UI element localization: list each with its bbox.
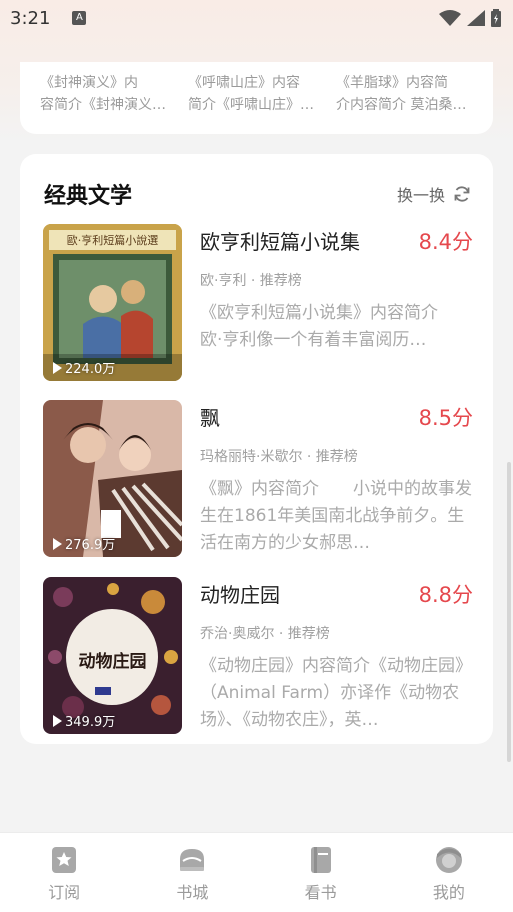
desc-line: 《呼啸山庄》内容 — [188, 75, 300, 91]
book-meta: 乔治·奥威尔 · 推荐榜 — [200, 626, 330, 642]
view-count-text: 349.9万 — [65, 715, 116, 730]
nav-item-read[interactable]: 看书 — [257, 833, 385, 912]
book-title[interactable]: 动物庄园 — [200, 579, 280, 608]
book-cover[interactable]: 动物庄园 349.9万 — [43, 577, 182, 734]
book-item[interactable]: 动物庄园 349.9万 动物庄园 8.8分 乔治·奥威尔 · 推荐榜 《动物庄园… — [43, 577, 473, 734]
status-time: 3:21 — [10, 7, 51, 29]
cover-title: 歐·亨利短篇小說選 — [66, 234, 159, 247]
wifi-icon — [439, 10, 461, 26]
book-score: 8.8分 — [418, 583, 473, 607]
view-count-text: 224.0万 — [65, 362, 116, 377]
profile-icon — [435, 847, 462, 873]
notification-icon: A — [72, 11, 87, 25]
book-score: 8.5分 — [418, 406, 473, 430]
nav-label: 看书 — [304, 883, 337, 902]
nav-label: 我的 — [432, 883, 465, 902]
desc-line: 简介《呼啸山庄》… — [188, 97, 314, 113]
book-title[interactable]: 欧亨利短篇小说集 — [200, 226, 360, 255]
book-meta: 欧·亨利 · 推荐榜 — [200, 273, 302, 289]
book-score: 8.4分 — [418, 230, 473, 254]
previous-book-desc[interactable]: 《封神演义》内 容简介《封神演义… — [40, 72, 180, 116]
desc-line: 《封神演义》内 — [40, 75, 138, 91]
book-description: 《飘》内容简介 小说中的故事发生在1861年美国南北战争前夕。生活在南方的少女郝… — [200, 479, 472, 553]
refresh-icon — [454, 186, 470, 202]
nav-label: 订阅 — [48, 883, 81, 902]
previous-section-card: 《封神演义》内 容简介《封神演义… 《呼啸山庄》内容 简介《呼啸山庄》… 《羊脂… — [20, 62, 493, 134]
book-item[interactable]: 歐·亨利短篇小說選 224.0万 欧亨利短篇小说集 8.4分 欧·亨利 · 推荐… — [43, 224, 473, 381]
book-cover[interactable]: 276.9万 — [43, 400, 182, 557]
status-bar: 3:21 A — [0, 0, 513, 36]
refresh-label: 换一换 — [396, 186, 445, 205]
section-title: 经典文学 — [44, 184, 133, 209]
view-count-text: 276.9万 — [65, 538, 116, 553]
book-meta: 玛格丽特·米歇尔 · 推荐榜 — [200, 449, 358, 465]
book-icon — [310, 847, 331, 873]
book-cover[interactable]: 歐·亨利短篇小說選 224.0万 — [43, 224, 182, 381]
desc-line: 《羊脂球》内容简 — [336, 75, 448, 91]
nav-item-bookstore[interactable]: 书城 — [128, 833, 256, 912]
cover-title: 动物庄园 — [78, 652, 147, 672]
nav-label: 书城 — [176, 883, 209, 902]
book-description: 《欧亨利短篇小说集》内容简介 欧·亨利像一个有着丰富阅历… — [200, 303, 472, 350]
book-title[interactable]: 飘 — [200, 402, 220, 431]
refresh-button[interactable]: 换一换 — [397, 182, 471, 206]
scrollbar[interactable] — [507, 462, 511, 762]
play-icon — [53, 361, 62, 374]
nav-item-profile[interactable]: 我的 — [385, 833, 513, 912]
view-count: 349.9万 — [53, 711, 115, 730]
play-icon — [53, 714, 62, 727]
book-description: 《动物庄园》内容简介《动物庄园》（Animal Farm）亦译作《动物农场》、《… — [200, 656, 472, 730]
view-count: 224.0万 — [53, 358, 115, 377]
bottom-nav: 订阅 书城 看书 我的 — [0, 832, 513, 912]
nav-item-subscribe[interactable]: 订阅 — [0, 833, 128, 912]
desc-line: 介内容简介 莫泊桑… — [336, 97, 467, 113]
previous-book-desc[interactable]: 《呼啸山庄》内容 简介《呼啸山庄》… — [188, 72, 328, 116]
classic-literature-card: 经典文学 换一换 歐·亨利短篇小說選 224.0万 欧亨利短篇小说集 8.4分 … — [20, 154, 493, 744]
previous-book-desc[interactable]: 《羊脂球》内容简 介内容简介 莫泊桑… — [336, 72, 476, 116]
play-icon — [53, 537, 62, 550]
status-icons — [439, 9, 501, 27]
book-item[interactable]: 276.9万 飘 8.5分 玛格丽特·米歇尔 · 推荐榜 《飘》内容简介 小说中… — [43, 400, 473, 557]
desc-line: 容简介《封神演义… — [40, 97, 166, 113]
view-count: 276.9万 — [53, 534, 115, 553]
star-bookmark-icon — [52, 847, 77, 873]
battery-icon — [491, 9, 501, 27]
bookstore-icon — [180, 849, 205, 871]
signal-icon — [467, 10, 485, 26]
